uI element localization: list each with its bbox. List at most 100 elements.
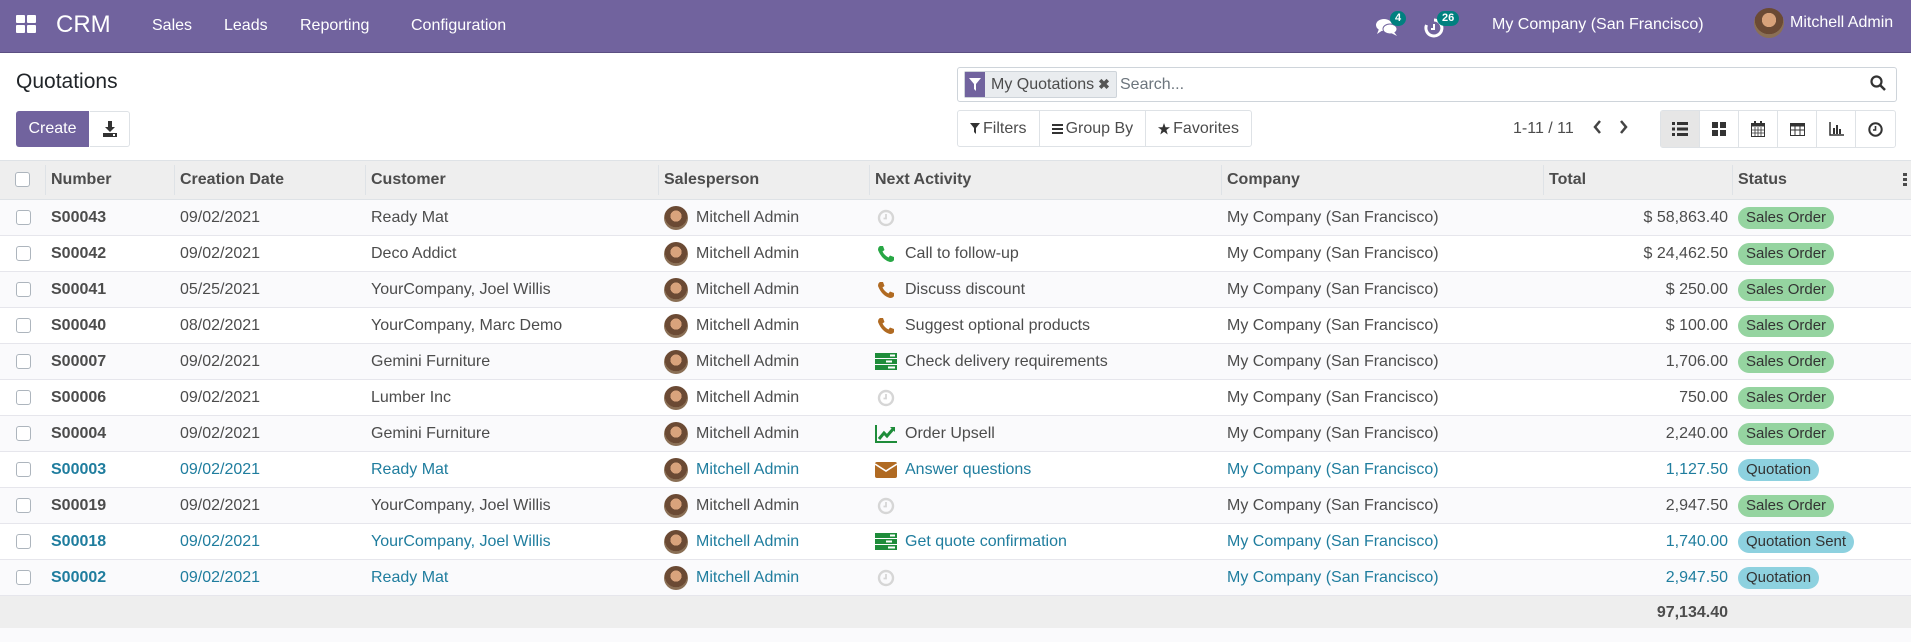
cell-next-activity[interactable] (870, 559, 1222, 596)
filters-button[interactable]: Filters (958, 111, 1040, 146)
activity-button[interactable] (875, 209, 897, 227)
cell-status: Sales Order (1733, 199, 1911, 236)
activity-button[interactable] (875, 461, 897, 479)
search-facet[interactable]: My Quotations ✖ (964, 71, 1117, 98)
column-header-salesperson[interactable]: Salesperson (659, 160, 870, 200)
clock-icon (877, 497, 895, 514)
view-graph-button[interactable] (1817, 111, 1856, 147)
view-kanban-button[interactable] (1700, 111, 1739, 147)
activities-button[interactable]: 26 (1424, 11, 1460, 38)
activity-button[interactable] (875, 317, 897, 335)
activity-button[interactable] (875, 424, 897, 443)
search-icon (1870, 75, 1886, 91)
table-row[interactable]: S00007 09/02/2021 Gemini Furniture Mitchell… (0, 343, 1911, 380)
pager-value[interactable]: 1-11 / 11 (1513, 120, 1574, 138)
cell-creation-date: 09/02/2021 (175, 235, 366, 272)
activity-button[interactable] (875, 245, 897, 263)
activity-button[interactable] (875, 533, 897, 551)
view-pivot-button[interactable] (1778, 111, 1817, 147)
row-checkbox[interactable] (16, 281, 31, 297)
cell-next-activity[interactable]: Discuss discount (870, 271, 1222, 308)
row-checkbox[interactable] (16, 425, 31, 441)
row-checkbox[interactable] (16, 317, 31, 333)
company-switcher[interactable]: My Company (San Francisco) (1492, 16, 1704, 34)
cell-next-activity[interactable]: Order Upsell (870, 415, 1222, 452)
select-all-checkbox[interactable] (15, 172, 30, 188)
table-row[interactable]: S00042 09/02/2021 Deco Addict Mitchell Admi… (0, 235, 1911, 272)
column-header-number[interactable]: Number (46, 160, 175, 200)
view-activity-button[interactable] (1856, 111, 1895, 147)
activity-button[interactable] (875, 497, 897, 515)
cell-number: S00042 (46, 235, 175, 272)
row-checkbox[interactable] (16, 461, 31, 477)
app-brand[interactable]: CRM (56, 11, 111, 39)
table-row[interactable]: S00004 09/02/2021 Gemini Furniture Mitchell… (0, 415, 1911, 452)
cell-next-activity[interactable] (870, 379, 1222, 416)
row-checkbox[interactable] (16, 209, 31, 225)
cell-next-activity[interactable] (870, 487, 1222, 524)
column-header-creation-date[interactable]: Creation Date (175, 160, 366, 200)
cell-next-activity[interactable]: Check delivery requirements (870, 343, 1222, 380)
activity-button[interactable] (875, 569, 897, 587)
table-row[interactable]: S00019 09/02/2021 YourCompany, Joel Willis… (0, 487, 1911, 524)
cell-number: S00006 (46, 379, 175, 416)
menu-configuration[interactable]: Configuration (411, 17, 506, 35)
export-button[interactable] (90, 111, 130, 147)
table-row[interactable]: S00043 09/02/2021 Ready Mat Mitchell Admin M… (0, 199, 1911, 236)
messages-button[interactable]: 4 (1376, 11, 1407, 38)
remove-facet-icon[interactable]: ✖ (1098, 76, 1116, 93)
row-checkbox[interactable] (16, 533, 31, 549)
column-header-customer[interactable]: Customer (366, 160, 659, 200)
pager-next[interactable] (1619, 119, 1633, 137)
cell-number: S00019 (46, 487, 175, 524)
search-bar: My Quotations ✖ (957, 67, 1897, 102)
column-header-company[interactable]: Company (1222, 160, 1544, 200)
clock-icon (877, 389, 895, 406)
view-list-button[interactable] (1661, 111, 1700, 147)
column-header-total[interactable]: Total (1544, 160, 1733, 200)
phone-icon (878, 317, 894, 334)
cell-next-activity[interactable]: Call to follow-up (870, 235, 1222, 272)
cell-next-activity[interactable]: Suggest optional products (870, 307, 1222, 344)
cell-next-activity[interactable]: Answer questions (870, 451, 1222, 488)
create-button[interactable]: Create (16, 111, 89, 147)
view-calendar-button[interactable] (1739, 111, 1778, 147)
kanban-icon (1712, 122, 1726, 136)
pager-previous[interactable] (1592, 119, 1606, 137)
menu-sales[interactable]: Sales (152, 17, 192, 35)
table-row[interactable]: S00040 08/02/2021 YourCompany, Marc Demo Mi… (0, 307, 1911, 344)
apps-menu-icon[interactable] (16, 15, 36, 33)
table-row[interactable]: S00041 05/25/2021 YourCompany, Joel Willis… (0, 271, 1911, 308)
row-checkbox[interactable] (16, 497, 31, 513)
table-row[interactable]: S00006 09/02/2021 Lumber Inc Mitchell Admin… (0, 379, 1911, 416)
search-input[interactable] (1120, 72, 1820, 98)
row-checkbox[interactable] (16, 569, 31, 585)
optional-columns-toggle-icon[interactable] (1903, 173, 1907, 187)
cell-next-activity[interactable]: Get quote confirmation (870, 523, 1222, 560)
search-button[interactable] (1870, 75, 1890, 95)
row-checkbox[interactable] (16, 389, 31, 405)
chevron-right-icon (1620, 120, 1628, 134)
favorites-button[interactable]: Favorites (1146, 111, 1251, 146)
table-row[interactable]: S00018 09/02/2021 YourCompany, Joel Willis… (0, 523, 1911, 560)
cell-salesperson: Mitchell Admin (659, 523, 870, 560)
row-checkbox[interactable] (16, 245, 31, 261)
salesperson-name: Mitchell Admin (696, 280, 800, 298)
cell-total: 1,740.00 (1544, 523, 1733, 560)
cell-company: My Company (San Francisco) (1222, 379, 1544, 416)
table-row[interactable]: S00002 09/02/2021 Ready Mat Mitchell Admin M… (0, 559, 1911, 596)
cell-next-activity[interactable] (870, 199, 1222, 236)
activity-button[interactable] (875, 353, 897, 371)
activity-button[interactable] (875, 389, 897, 407)
column-header-next-activity[interactable]: Next Activity (870, 160, 1222, 200)
total-sum: 97,134.40 (1544, 595, 1733, 630)
menu-leads[interactable]: Leads (224, 17, 268, 35)
column-header-status[interactable]: Status (1733, 160, 1911, 200)
activity-button[interactable] (875, 281, 897, 299)
cell-customer: Ready Mat (366, 199, 659, 236)
cell-salesperson: Mitchell Admin (659, 271, 870, 308)
table-row[interactable]: S00003 09/02/2021 Ready Mat Mitchell Admin A… (0, 451, 1911, 488)
row-checkbox[interactable] (16, 353, 31, 369)
group-by-button[interactable]: Group By (1040, 111, 1147, 146)
menu-reporting[interactable]: Reporting (300, 17, 369, 35)
